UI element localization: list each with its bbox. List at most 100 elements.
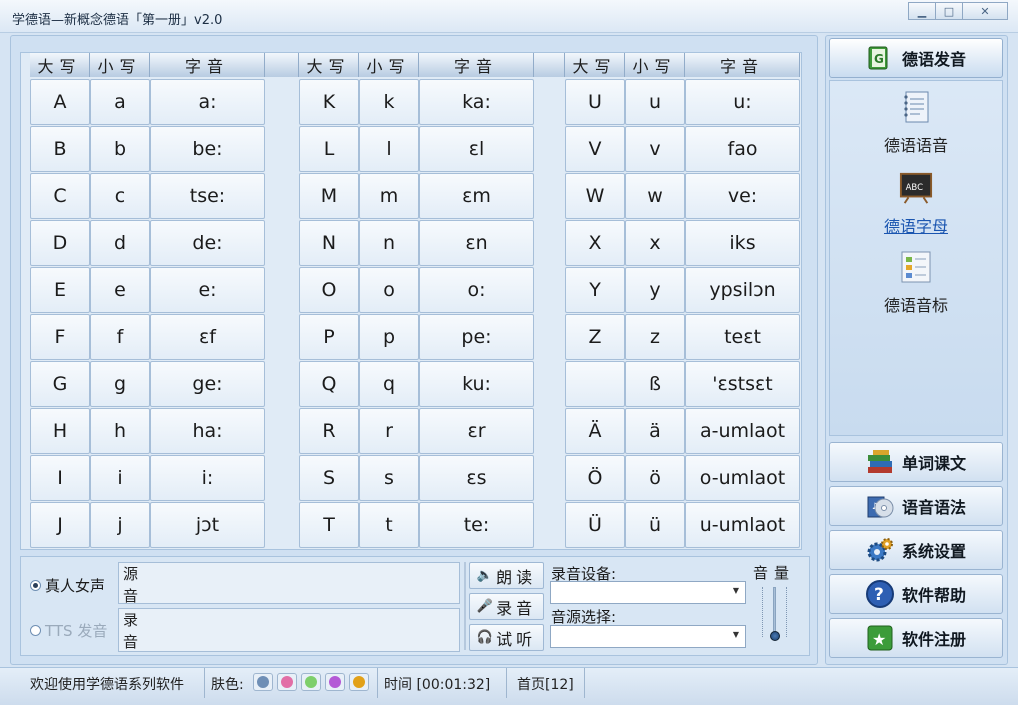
pronunciation-cell[interactable]: e: (150, 267, 265, 313)
uppercase-letter-cell[interactable]: Ä (565, 408, 625, 454)
sidebar-button-phonetics-grammar[interactable]: ♪ 语音语法 (829, 486, 1003, 526)
lowercase-letter-cell[interactable]: m (359, 173, 419, 219)
uppercase-letter-cell[interactable]: X (565, 220, 625, 266)
lowercase-letter-cell[interactable]: o (359, 267, 419, 313)
uppercase-letter-cell[interactable]: K (299, 79, 359, 125)
voice-real-radio[interactable]: 真人女声 (30, 575, 105, 596)
lowercase-letter-cell[interactable]: t (359, 502, 419, 548)
pronunciation-cell[interactable]: u-umlaot (685, 502, 800, 548)
skin-swatch-button[interactable] (253, 673, 273, 691)
lowercase-letter-cell[interactable]: f (90, 314, 150, 360)
pronunciation-cell[interactable]: te: (419, 502, 534, 548)
sidebar-button-word-lessons[interactable]: 单词课文 (829, 442, 1003, 482)
uppercase-letter-cell[interactable]: O (299, 267, 359, 313)
uppercase-letter-cell[interactable]: U (565, 79, 625, 125)
skin-swatch-button[interactable] (349, 673, 369, 691)
lowercase-letter-cell[interactable]: ö (625, 455, 685, 501)
uppercase-letter-cell[interactable]: G (30, 361, 90, 407)
lowercase-letter-cell[interactable]: s (359, 455, 419, 501)
lowercase-letter-cell[interactable]: v (625, 126, 685, 172)
pronunciation-cell[interactable]: ɛn (419, 220, 534, 266)
uppercase-letter-cell[interactable]: R (299, 408, 359, 454)
lowercase-letter-cell[interactable]: ü (625, 502, 685, 548)
skin-swatch-button[interactable] (277, 673, 297, 691)
uppercase-letter-cell[interactable]: B (30, 126, 90, 172)
record-device-select[interactable] (550, 581, 746, 604)
uppercase-letter-cell[interactable]: I (30, 455, 90, 501)
uppercase-letter-cell[interactable]: A (30, 79, 90, 125)
uppercase-letter-cell[interactable]: Ü (565, 502, 625, 548)
german-pronunciation-button[interactable]: G 德语发音 (829, 38, 1003, 78)
lowercase-letter-cell[interactable]: x (625, 220, 685, 266)
pronunciation-cell[interactable]: ge: (150, 361, 265, 407)
uppercase-letter-cell[interactable]: V (565, 126, 625, 172)
lowercase-letter-cell[interactable]: i (90, 455, 150, 501)
pronunciation-cell[interactable]: a-umlaot (685, 408, 800, 454)
lowercase-letter-cell[interactable]: k (359, 79, 419, 125)
pronunciation-cell[interactable]: de: (150, 220, 265, 266)
lowercase-letter-cell[interactable]: ä (625, 408, 685, 454)
uppercase-letter-cell[interactable]: Y (565, 267, 625, 313)
lowercase-letter-cell[interactable]: j (90, 502, 150, 548)
uppercase-letter-cell[interactable]: Z (565, 314, 625, 360)
pronunciation-cell[interactable]: ɛs (419, 455, 534, 501)
uppercase-letter-cell[interactable]: W (565, 173, 625, 219)
pronunciation-cell[interactable]: teɛt (685, 314, 800, 360)
close-button[interactable]: ✕ (962, 2, 1008, 20)
pronunciation-cell[interactable]: jɔt (150, 502, 265, 548)
pronunciation-cell[interactable]: be: (150, 126, 265, 172)
sidebar-button-system-settings[interactable]: 系统设置 (829, 530, 1003, 570)
skin-swatch-button[interactable] (301, 673, 321, 691)
lowercase-letter-cell[interactable]: p (359, 314, 419, 360)
pronunciation-cell[interactable]: ka: (419, 79, 534, 125)
lowercase-letter-cell[interactable]: l (359, 126, 419, 172)
uppercase-letter-cell[interactable]: Q (299, 361, 359, 407)
pronunciation-cell[interactable]: a: (150, 79, 265, 125)
uppercase-letter-cell[interactable]: F (30, 314, 90, 360)
pronunciation-cell[interactable]: i: (150, 455, 265, 501)
skin-swatch-button[interactable] (325, 673, 345, 691)
uppercase-letter-cell[interactable] (565, 361, 625, 407)
read-button[interactable]: 🔈 朗读 (469, 562, 544, 589)
lowercase-letter-cell[interactable]: r (359, 408, 419, 454)
lowercase-letter-cell[interactable]: g (90, 361, 150, 407)
source-select[interactable] (550, 625, 746, 648)
maximize-button[interactable]: □ (935, 2, 963, 20)
pronunciation-cell[interactable]: ɛr (419, 408, 534, 454)
uppercase-letter-cell[interactable]: M (299, 173, 359, 219)
pronunciation-cell[interactable]: ɛf (150, 314, 265, 360)
volume-slider[interactable] (758, 585, 790, 641)
lowercase-letter-cell[interactable]: q (359, 361, 419, 407)
pronunciation-cell[interactable]: ɛl (419, 126, 534, 172)
uppercase-letter-cell[interactable]: Ö (565, 455, 625, 501)
uppercase-letter-cell[interactable]: D (30, 220, 90, 266)
lowercase-letter-cell[interactable]: c (90, 173, 150, 219)
lowercase-letter-cell[interactable]: b (90, 126, 150, 172)
lowercase-letter-cell[interactable]: y (625, 267, 685, 313)
pronunciation-cell[interactable]: fao (685, 126, 800, 172)
lowercase-letter-cell[interactable]: h (90, 408, 150, 454)
pronunciation-cell[interactable]: o: (419, 267, 534, 313)
lowercase-letter-cell[interactable]: n (359, 220, 419, 266)
pronunciation-cell[interactable]: tse: (150, 173, 265, 219)
pronunciation-cell[interactable]: iks (685, 220, 800, 266)
nav-item-german-phonetic-symbols[interactable]: 德语音标 (829, 250, 1003, 316)
listen-button[interactable]: 🎧 试听 (469, 624, 544, 651)
nav-item-german-alphabet[interactable]: ABC 德语字母 (829, 171, 1003, 237)
pronunciation-cell[interactable]: u: (685, 79, 800, 125)
pronunciation-cell[interactable]: o-umlaot (685, 455, 800, 501)
uppercase-letter-cell[interactable]: N (299, 220, 359, 266)
uppercase-letter-cell[interactable]: E (30, 267, 90, 313)
nav-item-german-phonetics[interactable]: 德语语音 (829, 90, 1003, 156)
record-button[interactable]: 🎤 录音 (469, 593, 544, 620)
pronunciation-cell[interactable]: 'ɛstsɛt (685, 361, 800, 407)
lowercase-letter-cell[interactable]: e (90, 267, 150, 313)
lowercase-letter-cell[interactable]: w (625, 173, 685, 219)
minimize-button[interactable]: ▁ (908, 2, 936, 20)
pronunciation-cell[interactable]: ku: (419, 361, 534, 407)
pronunciation-cell[interactable]: ɛm (419, 173, 534, 219)
uppercase-letter-cell[interactable]: C (30, 173, 90, 219)
lowercase-letter-cell[interactable]: z (625, 314, 685, 360)
lowercase-letter-cell[interactable]: ß (625, 361, 685, 407)
voice-tts-radio[interactable]: TTS 发音 (30, 620, 107, 641)
